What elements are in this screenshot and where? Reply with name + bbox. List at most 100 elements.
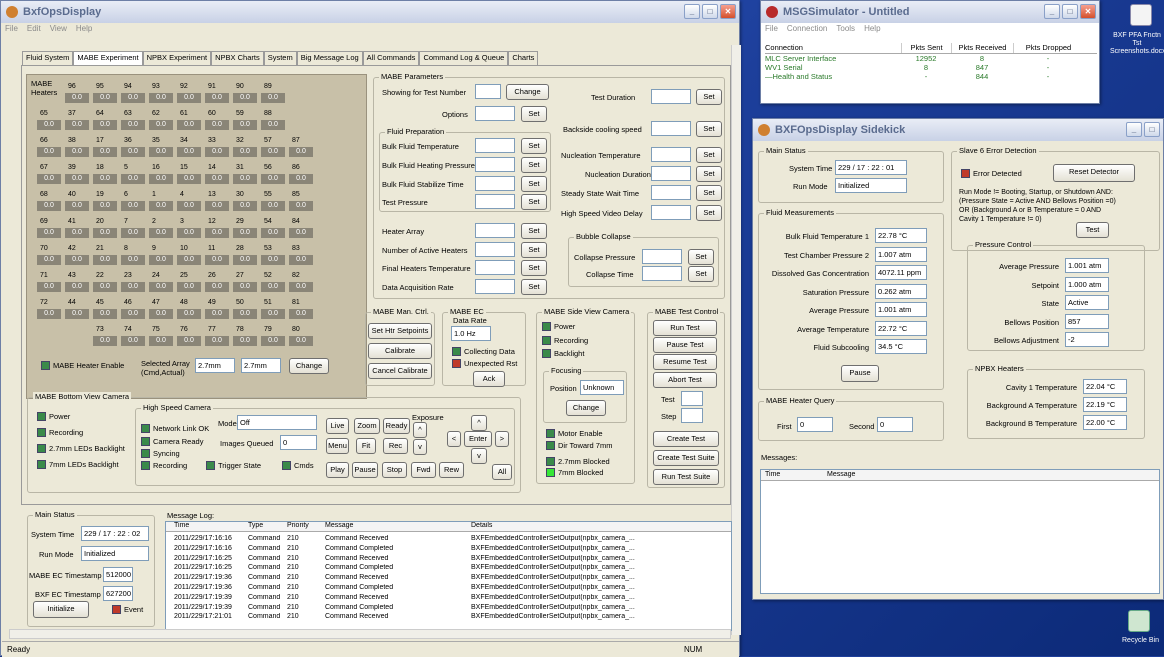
heater-value[interactable]: 0.0 bbox=[261, 174, 285, 184]
table-row[interactable]: 2011/229/17:19:36 Command 210 Command Compl… bbox=[166, 584, 731, 591]
run-test-suite-button[interactable]: Run Test Suite bbox=[653, 469, 719, 485]
fit-button[interactable]: Fit bbox=[356, 438, 376, 454]
message-log-table[interactable]: Time Type Priority Message Details 2011/… bbox=[165, 521, 732, 631]
stop-button[interactable]: Stop bbox=[382, 462, 407, 478]
heater-value[interactable]: 0.0 bbox=[65, 255, 89, 265]
test-duration-field[interactable] bbox=[651, 89, 691, 104]
slave-test-button[interactable]: Test bbox=[1076, 222, 1109, 238]
nucleation-temp-set-button[interactable]: Set bbox=[696, 147, 722, 163]
nav-left-button[interactable]: < bbox=[447, 431, 461, 447]
hsv-delay-field[interactable] bbox=[651, 205, 691, 220]
heater-value[interactable]: 0.0 bbox=[65, 147, 89, 157]
heater-value[interactable]: 0.0 bbox=[233, 282, 257, 292]
dir-toward-check[interactable]: Dir Toward 7mm bbox=[546, 441, 612, 450]
zoom-button[interactable]: Zoom bbox=[354, 418, 380, 434]
heater-value[interactable]: 0.0 bbox=[205, 93, 229, 103]
heater-value[interactable]: 0.0 bbox=[149, 336, 173, 346]
ack-button[interactable]: Ack bbox=[473, 371, 505, 387]
tab-command-log[interactable]: Command Log & Queue bbox=[419, 51, 509, 65]
heater-value[interactable]: 0.0 bbox=[65, 309, 89, 319]
create-test-button[interactable]: Create Test bbox=[653, 431, 719, 447]
heater-value[interactable]: 0.0 bbox=[205, 228, 229, 238]
bulk-temp-field[interactable] bbox=[475, 138, 515, 153]
run-test-button[interactable]: Run Test bbox=[653, 320, 717, 336]
sk-pause-button[interactable]: Pause bbox=[841, 365, 879, 382]
heater-value[interactable]: 0.0 bbox=[233, 120, 257, 130]
led7-backlight-check[interactable]: 7mm LEDs Backlight bbox=[37, 460, 119, 469]
initialize-button[interactable]: Initialize bbox=[33, 601, 89, 618]
sidekick-maximize-icon[interactable]: □ bbox=[1144, 122, 1160, 137]
heater-value[interactable]: 0.0 bbox=[177, 93, 201, 103]
set-htr-setpoints-button[interactable]: Set Htr Setpoints bbox=[368, 323, 432, 339]
heater-value[interactable]: 0.0 bbox=[261, 201, 285, 211]
menu-edit[interactable]: Edit bbox=[27, 24, 41, 33]
table-row[interactable]: 2011/229/17:16:16 Command 210 Command Compl… bbox=[166, 545, 731, 552]
heater-value[interactable]: 0.0 bbox=[289, 201, 313, 211]
heater-value[interactable]: 0.0 bbox=[205, 336, 229, 346]
test-number-field[interactable] bbox=[475, 84, 501, 99]
heater-value[interactable]: 0.0 bbox=[65, 282, 89, 292]
ready-button[interactable]: Ready bbox=[383, 418, 410, 434]
tab-system[interactable]: System bbox=[263, 51, 297, 65]
daq-field[interactable] bbox=[475, 279, 515, 294]
msg-col[interactable]: Pkts Sent bbox=[901, 43, 951, 53]
num-heaters-set-button[interactable]: Set bbox=[521, 242, 547, 258]
backside-speed-set-button[interactable]: Set bbox=[696, 121, 722, 137]
hsv-delay-set-button[interactable]: Set bbox=[696, 205, 722, 221]
heater-value[interactable]: 0.0 bbox=[121, 282, 145, 292]
array-change-button[interactable]: Change bbox=[289, 358, 329, 374]
main-titlebar[interactable]: BxfOpsDisplay _ □ ✕ bbox=[1, 1, 739, 23]
heater-value[interactable]: 0.0 bbox=[233, 201, 257, 211]
nav-down-button[interactable]: v bbox=[471, 448, 487, 464]
menu-help[interactable]: Help bbox=[76, 24, 92, 33]
heater-value[interactable]: 0.0 bbox=[233, 93, 257, 103]
collapse-pressure-set-button[interactable]: Set bbox=[688, 249, 714, 265]
exposure-up-button[interactable]: ^ bbox=[413, 422, 427, 438]
heater-value[interactable]: 0.0 bbox=[149, 309, 173, 319]
pause-test-button[interactable]: Pause Test bbox=[653, 337, 717, 353]
msgsim-menu-file[interactable]: File bbox=[765, 24, 778, 33]
table-row[interactable]: MLC Server Interface 12952 8 - bbox=[765, 54, 1097, 63]
messages-col-message[interactable]: Message bbox=[827, 471, 855, 479]
heater-value[interactable]: 0.0 bbox=[93, 228, 117, 238]
selected-array-cmd[interactable]: 2.7mm bbox=[195, 358, 235, 373]
led27-backlight-check[interactable]: 2.7mm LEDs Backlight bbox=[37, 444, 125, 453]
heater-value[interactable]: 0.0 bbox=[233, 255, 257, 265]
log-col-priority[interactable]: Priority bbox=[287, 522, 325, 531]
heater-value[interactable]: 0.0 bbox=[233, 147, 257, 157]
log-col-message[interactable]: Message bbox=[325, 522, 471, 531]
test-number-change-button[interactable]: Change bbox=[506, 84, 549, 100]
collapse-time-set-button[interactable]: Set bbox=[688, 266, 714, 282]
log-hscroll[interactable] bbox=[9, 629, 731, 639]
heater-value[interactable]: 0.0 bbox=[37, 309, 61, 319]
heater-value[interactable]: 0.0 bbox=[37, 228, 61, 238]
bulk-press-field[interactable] bbox=[475, 157, 515, 172]
heater-value[interactable]: 0.0 bbox=[93, 174, 117, 184]
heater-value[interactable]: 0.0 bbox=[37, 282, 61, 292]
heater-value[interactable]: 0.0 bbox=[289, 282, 313, 292]
heater-value[interactable]: 0.0 bbox=[65, 120, 89, 130]
num-heaters-field[interactable] bbox=[475, 242, 515, 257]
heater-value[interactable]: 0.0 bbox=[93, 93, 117, 103]
table-row[interactable]: 2011/229/17:16:25 Command 210 Command Recei… bbox=[166, 555, 731, 562]
heater-value[interactable]: 0.0 bbox=[289, 336, 313, 346]
step-field[interactable] bbox=[681, 408, 703, 423]
heater-value[interactable]: 0.0 bbox=[177, 309, 201, 319]
heater-value[interactable]: 0.0 bbox=[93, 147, 117, 157]
tab-npbx-experiment[interactable]: NPBX Experiment bbox=[142, 51, 212, 65]
sidekick-titlebar[interactable]: BXFOpsDisplay Sidekick _ □ bbox=[753, 119, 1163, 141]
table-row[interactable]: 2011/229/17:19:39 Command 210 Command Recei… bbox=[166, 594, 731, 601]
enter-button[interactable]: Enter bbox=[464, 431, 492, 447]
heater-value[interactable]: 0.0 bbox=[233, 336, 257, 346]
bottom-recording-check[interactable]: Recording bbox=[37, 428, 83, 437]
cancel-calibrate-button[interactable]: Cancel Calibrate bbox=[368, 363, 432, 379]
minimize-icon[interactable]: _ bbox=[684, 4, 700, 19]
heater-value[interactable]: 0.0 bbox=[121, 93, 145, 103]
motor-enable-check[interactable]: Motor Enable bbox=[546, 429, 603, 438]
heater-value[interactable]: 0.0 bbox=[37, 120, 61, 130]
backside-speed-field[interactable] bbox=[651, 121, 691, 136]
heater-value[interactable]: 0.0 bbox=[121, 228, 145, 238]
test-press-field[interactable] bbox=[475, 194, 515, 209]
heater-value[interactable]: 0.0 bbox=[149, 93, 173, 103]
heater-value[interactable]: 0.0 bbox=[177, 120, 201, 130]
